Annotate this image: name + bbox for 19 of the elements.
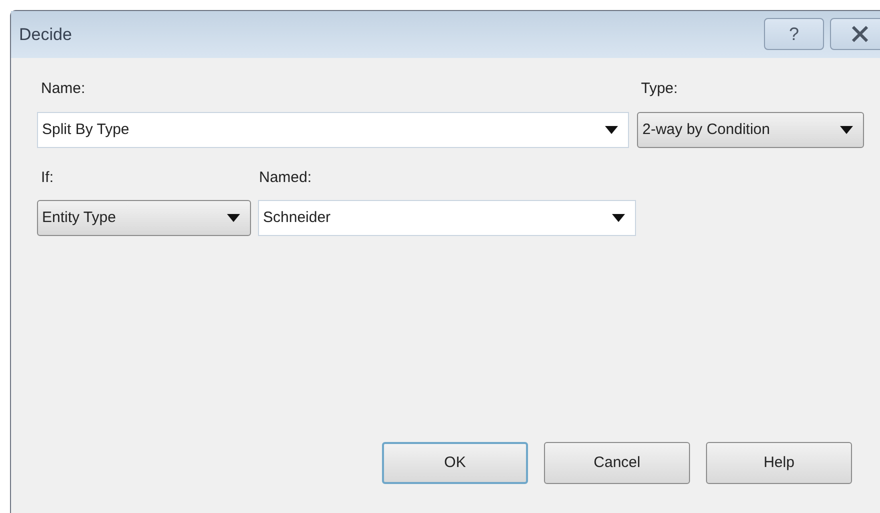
dialog-button[interactable]: Help [706,442,852,484]
field-label: Named: [259,168,312,187]
combo-box[interactable]: Schneider [258,200,636,236]
dropdown[interactable]: 2-way by Condition [637,112,864,148]
help-button[interactable]: ? [764,18,824,50]
dialog-button[interactable]: OK [382,442,528,484]
window-title: Decide [19,24,72,46]
combo-box[interactable]: Split By Type [37,112,630,148]
field-label: Name: [40,79,86,98]
field-label: Type: [641,79,678,98]
field-label: If: [40,168,55,187]
close-icon [851,26,869,42]
dialog-button[interactable]: Cancel [544,442,690,484]
dropdown-arrow-icon [840,126,853,134]
dropdown-arrow-icon [612,214,625,222]
dropdown-arrow-icon [605,126,618,134]
dropdown-arrow-icon [227,214,240,222]
dropdown[interactable]: Entity Type [37,200,251,236]
close-button[interactable] [830,18,880,50]
